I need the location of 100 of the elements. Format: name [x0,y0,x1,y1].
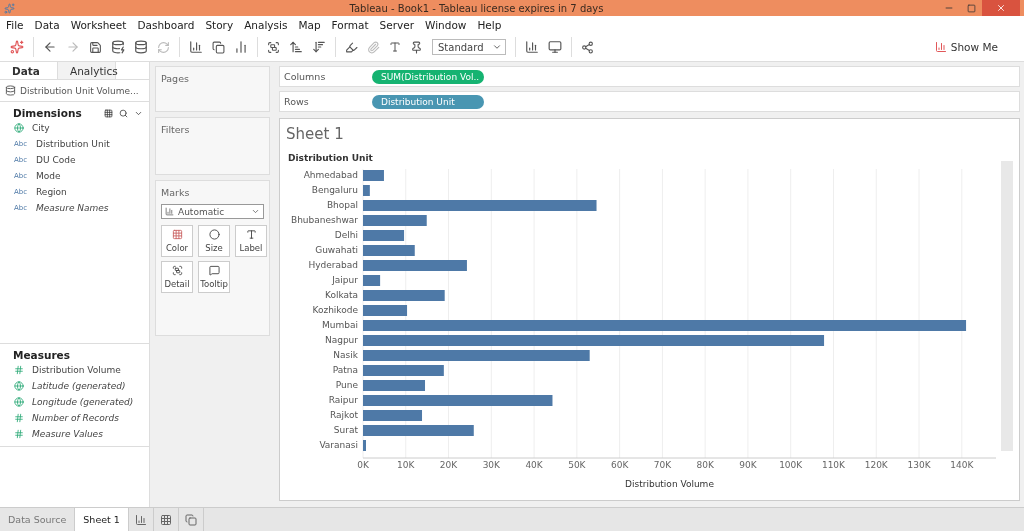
back-icon[interactable] [43,40,57,54]
row-label: Surat [333,425,358,435]
row-label: Hyderabad [308,260,358,270]
shelf-label: Columns [284,71,327,82]
share-icon[interactable] [581,40,594,54]
menu-item[interactable]: File [6,18,24,31]
menu-item[interactable]: Data [34,18,60,31]
field-name[interactable]: Number of Records [32,413,119,423]
menu-item[interactable]: Dashboard [137,18,195,31]
search-icon[interactable] [119,108,128,118]
show-me-button[interactable]: Show Me [928,40,1004,54]
field-name[interactable]: City [32,123,50,133]
presentation-icon[interactable] [548,40,562,54]
row-label: Jaipur [332,275,358,285]
bar-chart-icon[interactable] [165,207,174,216]
grid-icon[interactable] [104,108,113,118]
field-name[interactable]: Region [36,187,67,197]
maximize-icon[interactable] [966,3,976,13]
row-label: Pune [335,380,358,390]
duplicate-icon[interactable] [212,40,225,54]
database-icon[interactable] [134,40,148,54]
bar [363,170,384,181]
menu-item[interactable]: Story [205,18,234,31]
sheet-tab[interactable]: Sheet 1 [75,508,129,531]
mark-button[interactable]: Tooltip [198,261,230,293]
row-label: Rajkot [330,410,358,420]
field-name[interactable]: Distribution Volume [32,365,121,375]
menu-item[interactable]: Worksheet [70,18,127,31]
bar [363,185,370,196]
circle-icon [208,229,220,240]
data-source-name[interactable]: Distribution Unit Volume... [20,85,139,96]
field-name[interactable]: Longitude (generated) [32,397,134,407]
sheet-title: Sheet 1 [286,125,345,143]
menu-item[interactable]: Format [331,18,369,31]
globe-icon [14,123,24,133]
menu-item[interactable]: Help [477,18,502,31]
tick-label: 50K [568,460,586,470]
menu-item[interactable]: Server [379,18,415,31]
tick-label: 60K [610,460,629,470]
save-icon[interactable] [89,40,102,54]
logo-icon[interactable] [10,40,24,54]
text-icon[interactable] [389,41,401,53]
hash-icon [14,365,24,375]
mark-type-dropdown[interactable]: Automatic [161,204,264,219]
globe-icon [14,397,24,407]
field-name[interactable]: DU Code [36,155,76,165]
menu-item[interactable]: Map [298,18,321,31]
bar [363,305,408,316]
tick-label: 70K [653,460,672,470]
caret-icon[interactable] [492,42,502,52]
bar [363,275,381,286]
row-label: Kozhikode [312,305,358,315]
axis-title: Distribution Unit [288,153,373,163]
row-label: Delhi [334,230,358,240]
tick-label: 0K [357,460,369,470]
pin-icon[interactable] [410,40,423,54]
field-name[interactable]: Mode [36,171,61,181]
field-name[interactable]: Latitude (generated) [32,381,126,391]
mark-button[interactable]: Detail [161,261,193,293]
tick-label: 20K [439,460,458,470]
window-title: Tableau - Book1 - Tableau license expires in 7 days [348,2,605,14]
close-icon[interactable] [996,3,1006,13]
card-title: Filters [161,124,191,135]
field-name[interactable]: Measure Values [32,429,103,439]
field-name[interactable]: Distribution Unit [36,139,110,149]
mark-button[interactable]: Label [235,225,267,257]
mark-button[interactable]: Size [198,225,230,257]
bar [363,440,366,451]
tick-label: 120K [864,460,888,470]
group-icon[interactable] [267,40,280,54]
app-logo-icon [4,2,15,14]
new-sheet-icon[interactable] [189,40,203,54]
menu-item[interactable]: Window [425,18,467,31]
tick-label: 110K [821,460,845,470]
row-label: Bhubaneshwar [290,215,358,225]
highlighter-icon[interactable] [345,40,358,54]
row-label: Kolkata [324,290,358,300]
bar-chart-icon[interactable] [934,41,947,53]
section-title: Measures [13,349,71,361]
bar [363,215,427,226]
fit-dropdown[interactable]: Standard [432,39,506,55]
card-title: Pages [161,73,190,84]
field-name[interactable]: Measure Names [36,203,109,213]
mark-button[interactable]: Color [161,225,193,257]
globe-icon [14,381,24,391]
tick-label: 130K [907,460,931,470]
hash-icon [14,429,24,439]
axis-title: Distribution Volume [625,479,714,489]
row-label: Varanasi [319,440,358,450]
tick-label: 90K [739,460,757,470]
paperclip-icon[interactable] [367,40,380,54]
sort-ascending-icon[interactable] [289,40,303,54]
tick-label: 30K [482,460,500,470]
tick-label: 40K [525,460,543,470]
panel-tab[interactable]: Analytics [58,62,116,79]
caret-icon[interactable] [251,207,260,216]
sort-descending-icon[interactable] [312,40,326,54]
menu-item[interactable]: Analysis [244,18,288,31]
database-icon[interactable] [111,40,125,54]
row-label: Guwahati [315,245,358,255]
